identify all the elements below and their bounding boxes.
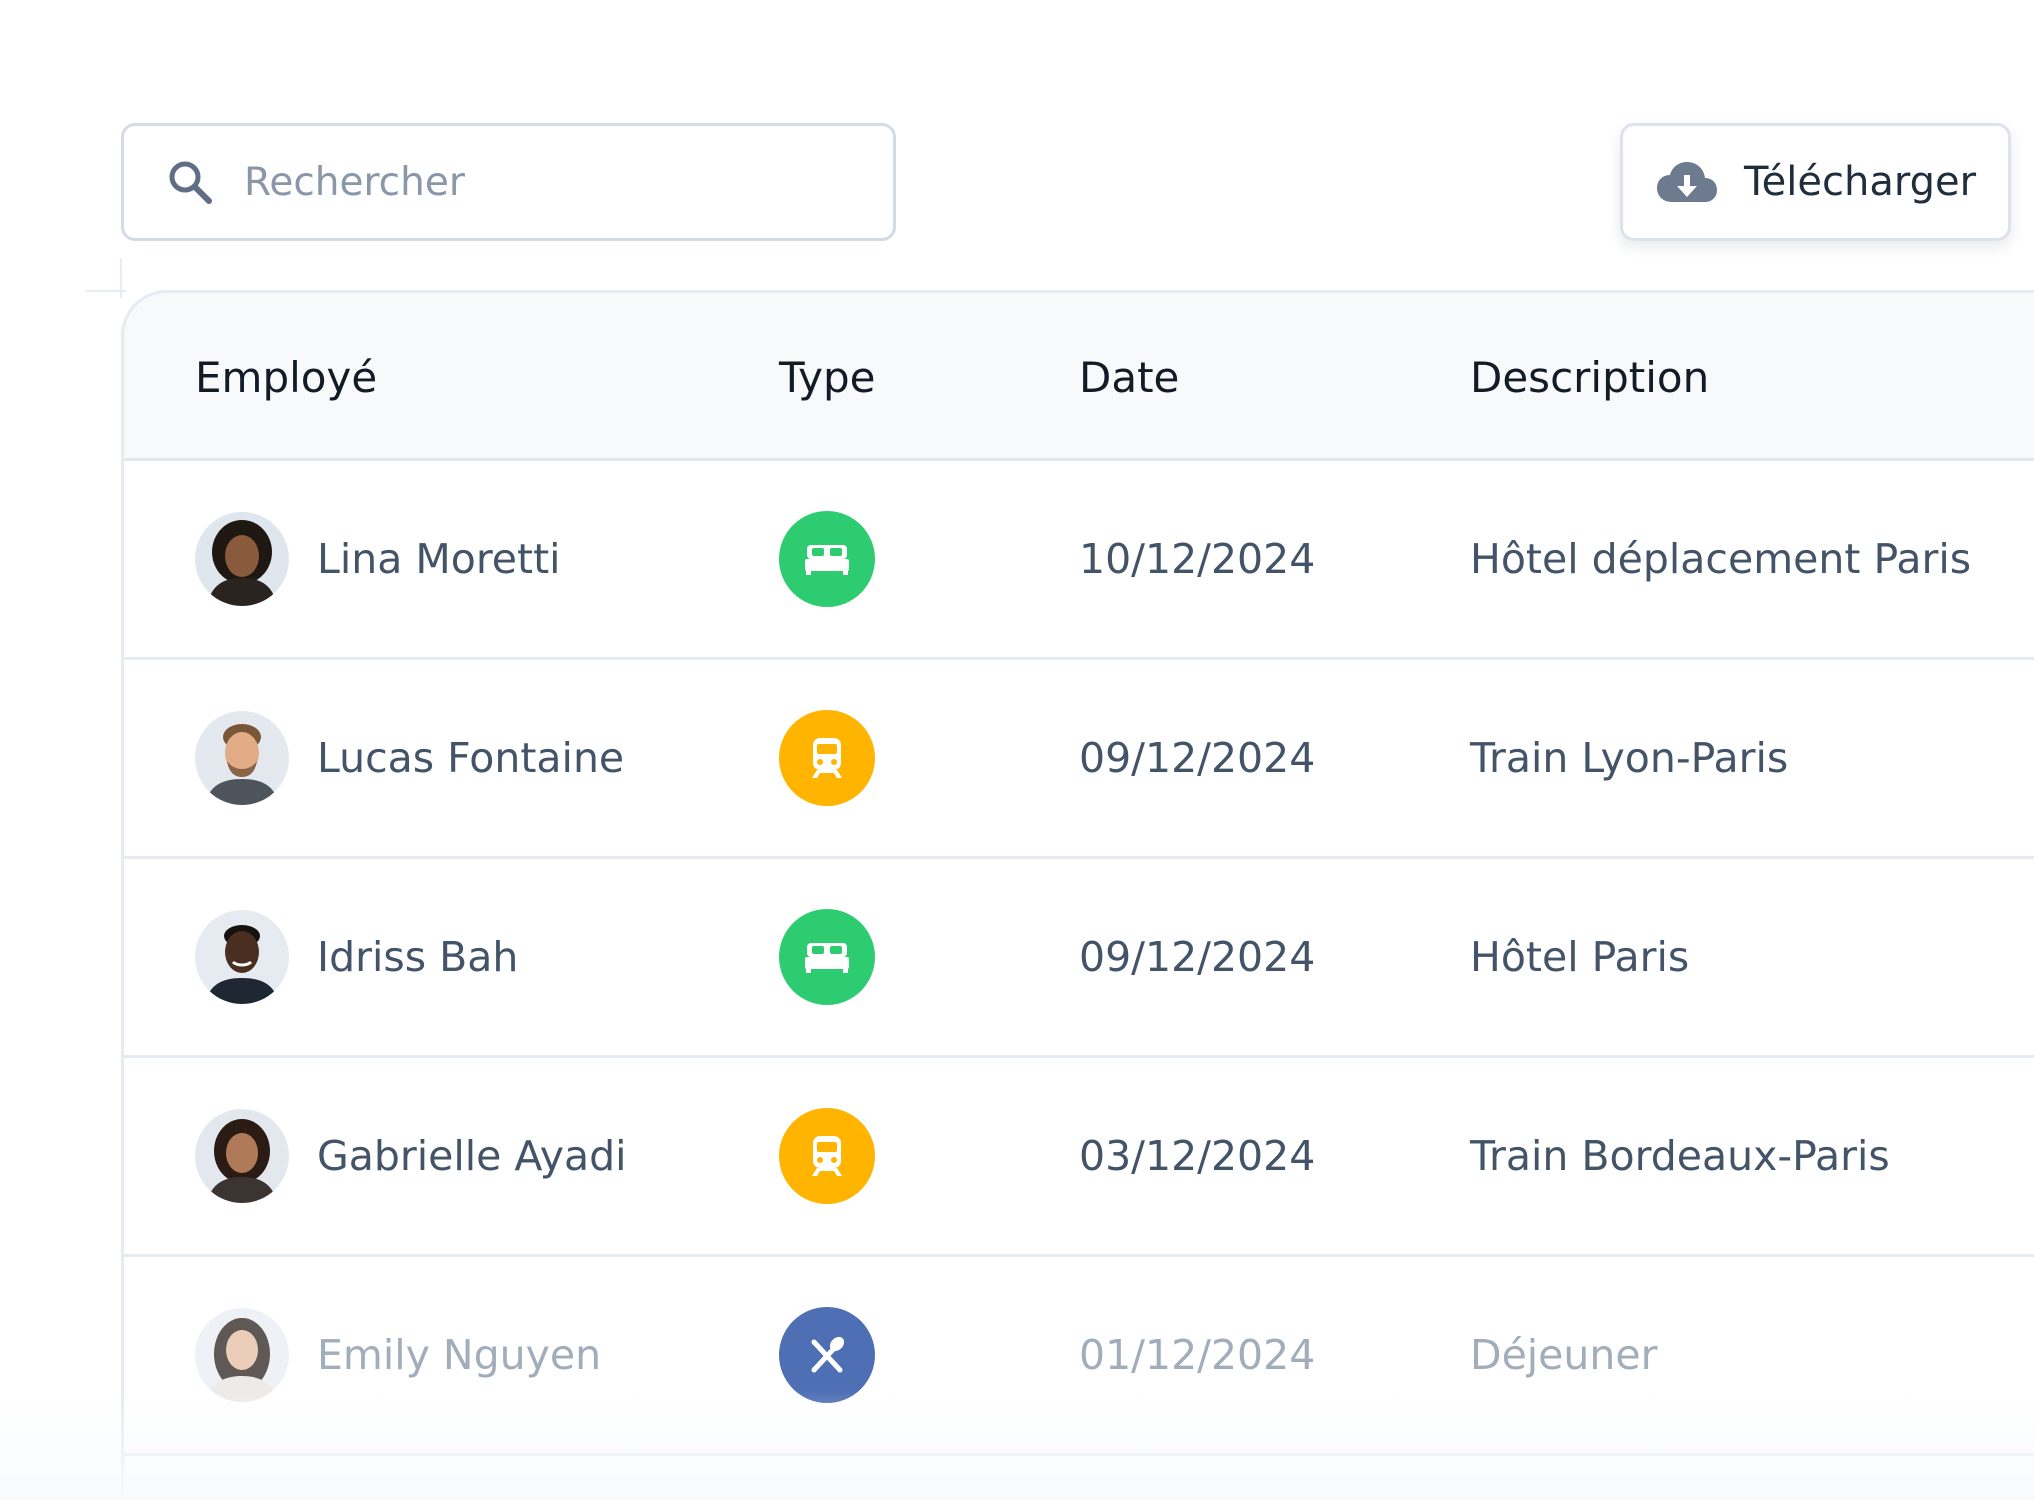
employee-cell: Lina Moretti <box>195 461 561 657</box>
description-cell: Déjeuner <box>1470 1331 1658 1379</box>
column-header-description[interactable]: Description <box>1470 293 1709 461</box>
table-header: Employé Type Date Description <box>124 293 2034 461</box>
download-button[interactable]: Télécharger <box>1620 123 2011 241</box>
employee-cell: Lucas Fontaine <box>195 660 624 856</box>
employee-cell: Emily Nguyen <box>195 1257 601 1453</box>
date-cell: 03/12/2024 <box>1079 1132 1316 1180</box>
table-row[interactable]: Lina Moretti 10/12/2024 Hôtel déplacemen… <box>124 461 2034 660</box>
table-row[interactable]: Idriss Bah 09/12/2024 Hôtel Paris <box>124 859 2034 1058</box>
train-icon <box>779 710 875 806</box>
type-cell <box>779 1058 875 1254</box>
avatar <box>195 910 289 1004</box>
description-cell: Train Lyon-Paris <box>1470 734 1789 782</box>
type-cell <box>779 1257 875 1453</box>
employee-name: Emily Nguyen <box>317 1331 602 1379</box>
employee-name: Lina Moretti <box>317 535 561 583</box>
bed-icon <box>779 511 875 607</box>
cloud-download-icon <box>1656 159 1718 205</box>
type-cell <box>779 461 875 657</box>
guide-line <box>120 258 122 298</box>
avatar <box>195 1109 289 1203</box>
avatar <box>195 711 289 805</box>
search-input[interactable] <box>244 159 844 205</box>
column-header-date[interactable]: Date <box>1079 293 1179 461</box>
expenses-table: Employé Type Date Description Lina Moret… <box>121 290 2034 1500</box>
employee-cell: Gabrielle Ayadi <box>195 1058 627 1254</box>
column-header-employee[interactable]: Employé <box>195 293 377 461</box>
employee-cell: Idriss Bah <box>195 859 518 1055</box>
employee-name: Idriss Bah <box>317 933 519 981</box>
avatar <box>195 512 289 606</box>
employee-name: Lucas Fontaine <box>317 734 625 782</box>
description-cell: Hôtel Paris <box>1470 933 1690 981</box>
description-cell: Hôtel déplacement Paris <box>1470 535 1972 583</box>
employee-name: Gabrielle Ayadi <box>317 1132 627 1180</box>
date-cell: 09/12/2024 <box>1079 734 1316 782</box>
bed-icon <box>779 909 875 1005</box>
column-header-type[interactable]: Type <box>779 293 875 461</box>
download-button-label: Télécharger <box>1744 159 1977 205</box>
type-cell <box>779 859 875 1055</box>
train-icon <box>779 1108 875 1204</box>
date-cell: 09/12/2024 <box>1079 933 1316 981</box>
table-row[interactable]: Emily Nguyen 01/12/2024 Déjeuner <box>124 1257 2034 1456</box>
description-cell: Train Bordeaux-Paris <box>1470 1132 1890 1180</box>
date-cell: 10/12/2024 <box>1079 535 1316 583</box>
date-cell: 01/12/2024 <box>1079 1331 1316 1379</box>
table-row[interactable]: Gabrielle Ayadi 03/12/2024 Train Bordeau… <box>124 1058 2034 1257</box>
fork-knife-icon <box>779 1307 875 1403</box>
search-icon <box>166 158 214 206</box>
avatar <box>195 1308 289 1402</box>
table-row[interactable]: Lucas Fontaine 09/12/2024 Train Lyon-Par… <box>124 660 2034 859</box>
search-box[interactable] <box>121 123 896 241</box>
type-cell <box>779 660 875 856</box>
